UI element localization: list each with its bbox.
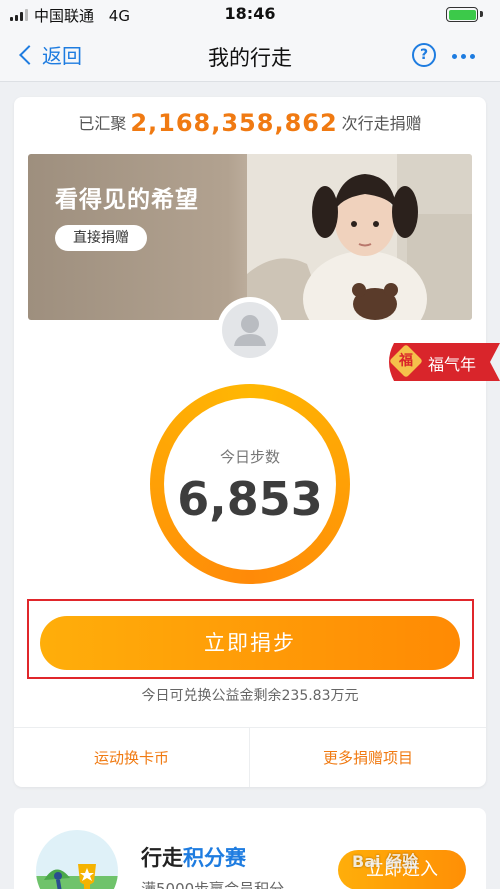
walking-card: 已汇聚 2,168,358,862 次行走捐赠 看得见的希望 直接捐赠 福 福气…	[14, 97, 500, 787]
watermark: Bai 经验	[352, 852, 419, 871]
trophy-runner-illustration	[36, 830, 118, 889]
more-icon[interactable]	[452, 54, 475, 59]
challenge-title-prefix: 行走	[141, 846, 183, 870]
badge-text: 福气年	[428, 355, 477, 374]
challenge-subtitle: 满5000步赢会员积分	[141, 880, 285, 889]
battery-tip	[480, 11, 483, 17]
exchange-coins-link[interactable]: 运动换卡币	[14, 747, 249, 768]
fortune-year-badge[interactable]: 福 福气年	[384, 341, 500, 387]
divider	[14, 727, 486, 728]
donation-summary: 已汇聚 2,168,358,862 次行走捐赠	[14, 109, 486, 137]
summary-prefix: 已汇聚	[78, 114, 127, 133]
battery-icon	[446, 7, 478, 22]
today-steps-value: 6,853	[177, 472, 323, 526]
challenge-title-highlight: 积分赛	[183, 846, 246, 870]
status-bar: 中国联通 4G 18:46	[0, 0, 500, 30]
child-photo	[247, 154, 472, 320]
challenge-title: 行走积分赛	[141, 842, 246, 872]
back-label: 返回	[42, 44, 82, 68]
charity-banner[interactable]: 看得见的希望 直接捐赠	[28, 154, 472, 320]
avatar-placeholder-icon	[222, 302, 278, 358]
clock: 18:46	[224, 4, 276, 23]
more-projects-link[interactable]: 更多捐赠项目	[250, 747, 486, 768]
chevron-left-icon	[19, 44, 39, 65]
seal-text: 福	[399, 353, 413, 369]
avatar[interactable]	[217, 297, 283, 363]
banner-headline: 看得见的希望	[55, 187, 199, 213]
donate-steps-button[interactable]: 立即捐步	[40, 616, 460, 670]
direct-donate-button[interactable]: 直接捐赠	[55, 225, 147, 251]
remaining-funds-text: 今日可兑换公益金剩余235.83万元	[141, 688, 359, 704]
summary-suffix: 次行走捐赠	[341, 114, 422, 133]
step-ring: 今日步数 6,853	[150, 384, 350, 584]
summary-total: 2,168,358,862	[130, 109, 338, 137]
back-button[interactable]: 返回	[18, 40, 82, 69]
today-steps-label: 今日步数	[219, 448, 280, 466]
navigation-bar: 返回 我的行走 ?	[0, 30, 500, 82]
help-icon[interactable]: ?	[412, 43, 436, 67]
